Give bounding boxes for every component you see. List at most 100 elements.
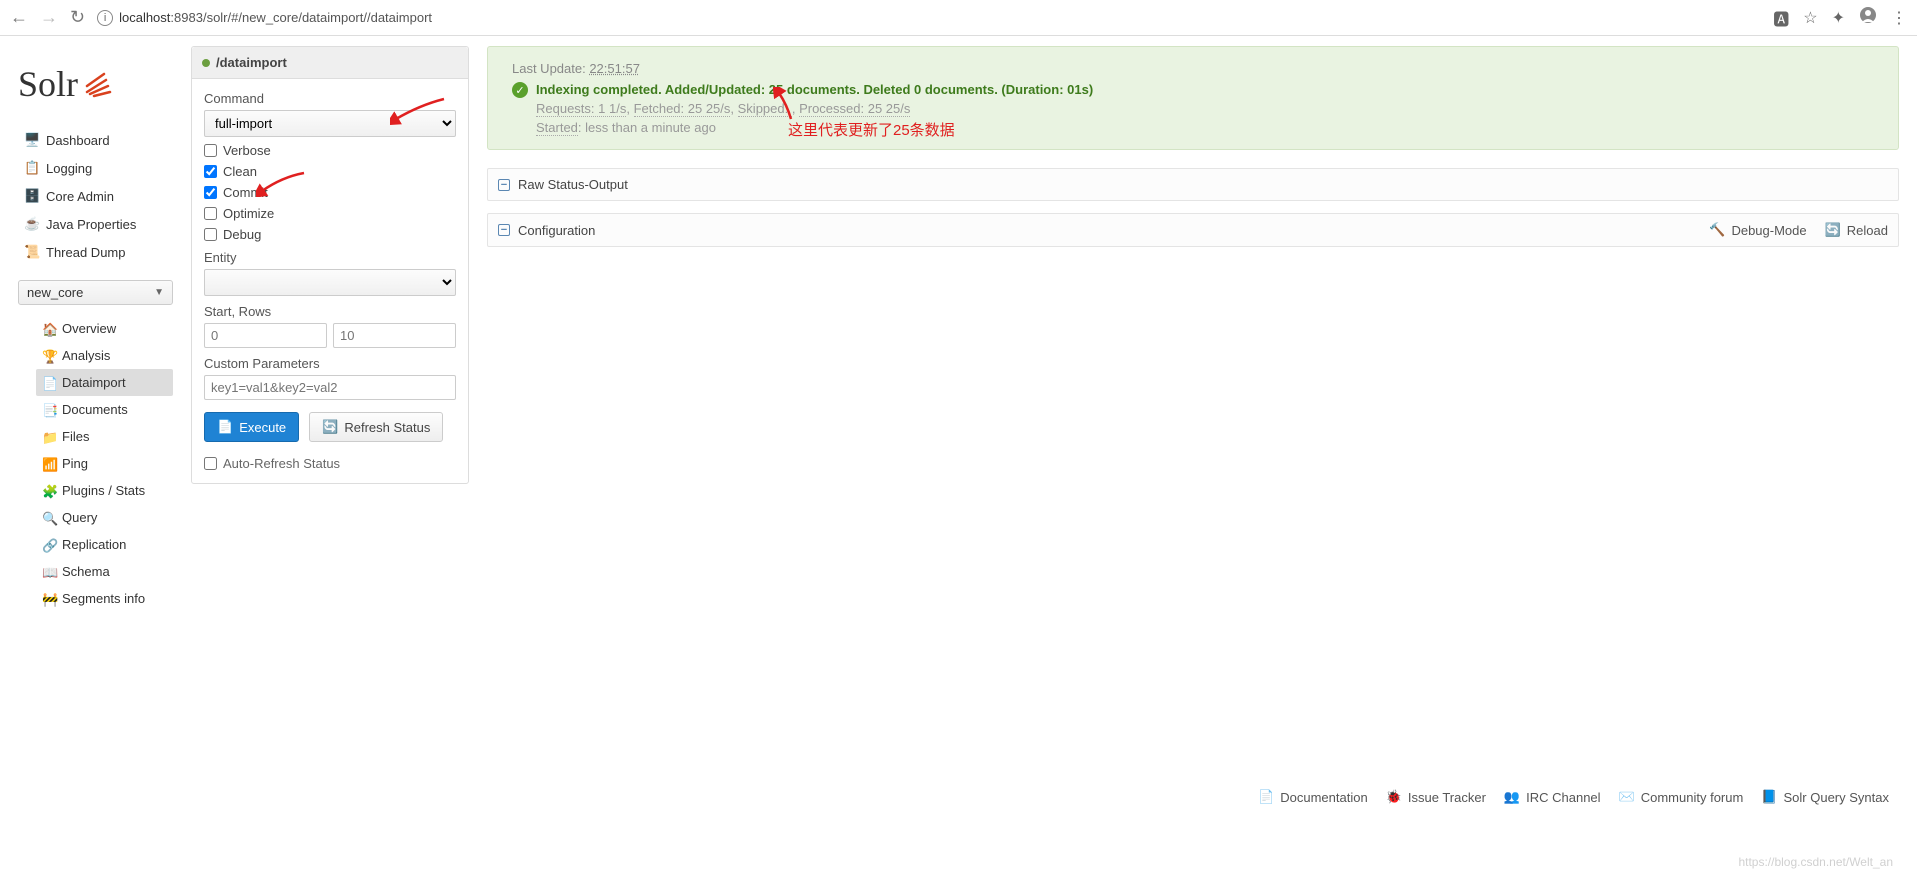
segments-icon: 🚧 (42, 592, 56, 606)
rows-input[interactable] (333, 323, 456, 348)
core-selector-label: new_core (27, 285, 83, 300)
last-update-time: 22:51:57 (589, 61, 640, 76)
core-nav-analysis[interactable]: 🏆Analysis (36, 342, 173, 369)
core-selector[interactable]: new_core ▼ (18, 280, 173, 305)
refresh-icon: 🔄 (322, 419, 338, 435)
success-icon: ✓ (512, 82, 528, 98)
java-icon: ☕ (24, 216, 40, 232)
last-update: Last Update: 22:51:57 (512, 61, 1880, 76)
dashboard-icon: 🖥️ (24, 132, 40, 148)
panel-header: /dataimport (192, 47, 468, 79)
debug-checkbox[interactable] (204, 228, 217, 241)
status-message: Indexing completed. Added/Updated: 25 do… (536, 82, 1093, 97)
address-bar[interactable]: i localhost:8983/solr/#/new_core/dataimp… (97, 10, 1761, 26)
clean-checkbox[interactable] (204, 165, 217, 178)
optimize-checkbox[interactable] (204, 207, 217, 220)
replication-icon: 🔗 (42, 538, 56, 552)
solr-logo: Solr (18, 66, 173, 102)
custom-params-label: Custom Parameters (204, 356, 456, 371)
footer-community-forum[interactable]: ✉️Community forum (1619, 789, 1744, 805)
annotation-text: 这里代表更新了25条数据 (788, 119, 955, 140)
irc-icon: 👥 (1504, 789, 1520, 805)
custom-params-input[interactable] (204, 375, 456, 400)
startrows-label: Start, Rows (204, 304, 456, 319)
footer-issue-tracker[interactable]: 🐞Issue Tracker (1386, 789, 1486, 805)
bookmark-icon[interactable]: ☆ (1803, 8, 1817, 28)
extensions-icon[interactable]: ✦ (1832, 8, 1845, 28)
entity-select[interactable] (204, 269, 456, 296)
forward-button[interactable]: → (40, 7, 58, 28)
configuration-label: Configuration (518, 223, 595, 238)
hammer-icon: 🔨 (1709, 222, 1725, 238)
auto-refresh-label: Auto-Refresh Status (223, 456, 340, 471)
site-info-icon[interactable]: i (97, 10, 113, 26)
refresh-status-button[interactable]: 🔄 Refresh Status (309, 412, 443, 442)
panel-title: /dataimport (216, 55, 287, 70)
status-detail: Requests: 1 1/s, Fetched: 25 25/s, Skipp… (536, 101, 1093, 116)
logging-icon: 📋 (24, 160, 40, 176)
annotation-arrow-3 (773, 87, 803, 123)
bug-icon: 🐞 (1386, 789, 1402, 805)
start-input[interactable] (204, 323, 327, 348)
footer-query-syntax[interactable]: 📘Solr Query Syntax (1761, 789, 1889, 805)
menu-icon[interactable]: ⋮ (1891, 8, 1907, 28)
nav-java-properties[interactable]: ☕Java Properties (18, 210, 173, 238)
doc-icon: 📄 (1258, 789, 1274, 805)
core-nav-replication[interactable]: 🔗Replication (36, 531, 173, 558)
main-content: Last Update: 22:51:57 ✓ Indexing complet… (487, 46, 1899, 612)
nav-core-admin[interactable]: 🗄️Core Admin (18, 182, 173, 210)
annotation-arrow-2 (256, 169, 306, 197)
logo-swirl-icon (82, 68, 112, 101)
core-nav-schema[interactable]: 📖Schema (36, 558, 173, 585)
watermark: https://blog.csdn.net/Welt_an (1738, 855, 1893, 869)
nav-logging[interactable]: 📋Logging (18, 154, 173, 182)
profile-icon[interactable] (1859, 6, 1877, 29)
auto-refresh-checkbox[interactable] (204, 457, 217, 470)
reload-button[interactable]: ↻ (70, 7, 85, 28)
core-nav-segments[interactable]: 🚧Segments info (36, 585, 173, 612)
collapse-icon: − (498, 179, 510, 191)
core-nav-query[interactable]: 🔍Query (36, 504, 173, 531)
core-nav-files[interactable]: 📁Files (36, 423, 173, 450)
raw-status-section[interactable]: − Raw Status-Output (487, 168, 1899, 201)
core-admin-icon: 🗄️ (24, 188, 40, 204)
chevron-down-icon: ▼ (154, 287, 164, 298)
reload-icon: 🔄 (1825, 222, 1841, 238)
footer-documentation[interactable]: 📄Documentation (1258, 789, 1368, 805)
debug-label: Debug (223, 227, 261, 242)
analysis-icon: 🏆 (42, 349, 56, 363)
thread-icon: 📜 (24, 244, 40, 260)
browser-toolbar: ← → ↻ i localhost:8983/solr/#/new_core/d… (0, 0, 1917, 36)
dataimport-panel: /dataimport Command full-import Verbose … (191, 46, 469, 484)
core-nav-overview[interactable]: 🏠Overview (36, 315, 173, 342)
sidebar: Solr 🖥️Dashboard 📋Logging 🗄️Core Admin ☕… (18, 46, 173, 612)
verbose-checkbox[interactable] (204, 144, 217, 157)
core-nav-documents[interactable]: 📑Documents (36, 396, 173, 423)
optimize-label: Optimize (223, 206, 274, 221)
debug-mode-button[interactable]: 🔨 Debug-Mode (1709, 222, 1806, 238)
configuration-section[interactable]: − Configuration 🔨 Debug-Mode 🔄 Reload (487, 213, 1899, 247)
verbose-label: Verbose (223, 143, 271, 158)
core-nav-plugins[interactable]: 🧩Plugins / Stats (36, 477, 173, 504)
schema-icon: 📖 (42, 565, 56, 579)
mail-icon: ✉️ (1619, 789, 1635, 805)
core-nav-dataimport[interactable]: 📄Dataimport (36, 369, 173, 396)
execute-icon: 📄 (217, 419, 233, 435)
status-box: Last Update: 22:51:57 ✓ Indexing complet… (487, 46, 1899, 150)
clean-label: Clean (223, 164, 257, 179)
back-button[interactable]: ← (10, 7, 28, 28)
entity-label: Entity (204, 250, 456, 265)
execute-button[interactable]: 📄 Execute (204, 412, 299, 442)
core-nav-ping[interactable]: 📶Ping (36, 450, 173, 477)
footer-irc-channel[interactable]: 👥IRC Channel (1504, 789, 1601, 805)
nav-dashboard[interactable]: 🖥️Dashboard (18, 126, 173, 154)
plugins-icon: 🧩 (42, 484, 56, 498)
status-dot-icon (202, 59, 210, 67)
logo-text: Solr (18, 66, 78, 102)
reload-button[interactable]: 🔄 Reload (1825, 222, 1888, 238)
files-icon: 📁 (42, 430, 56, 444)
translate-icon[interactable]: 🅰 (1773, 6, 1789, 30)
commit-checkbox[interactable] (204, 186, 217, 199)
footer-links: 📄Documentation 🐞Issue Tracker 👥IRC Chann… (1258, 789, 1889, 805)
nav-thread-dump[interactable]: 📜Thread Dump (18, 238, 173, 266)
